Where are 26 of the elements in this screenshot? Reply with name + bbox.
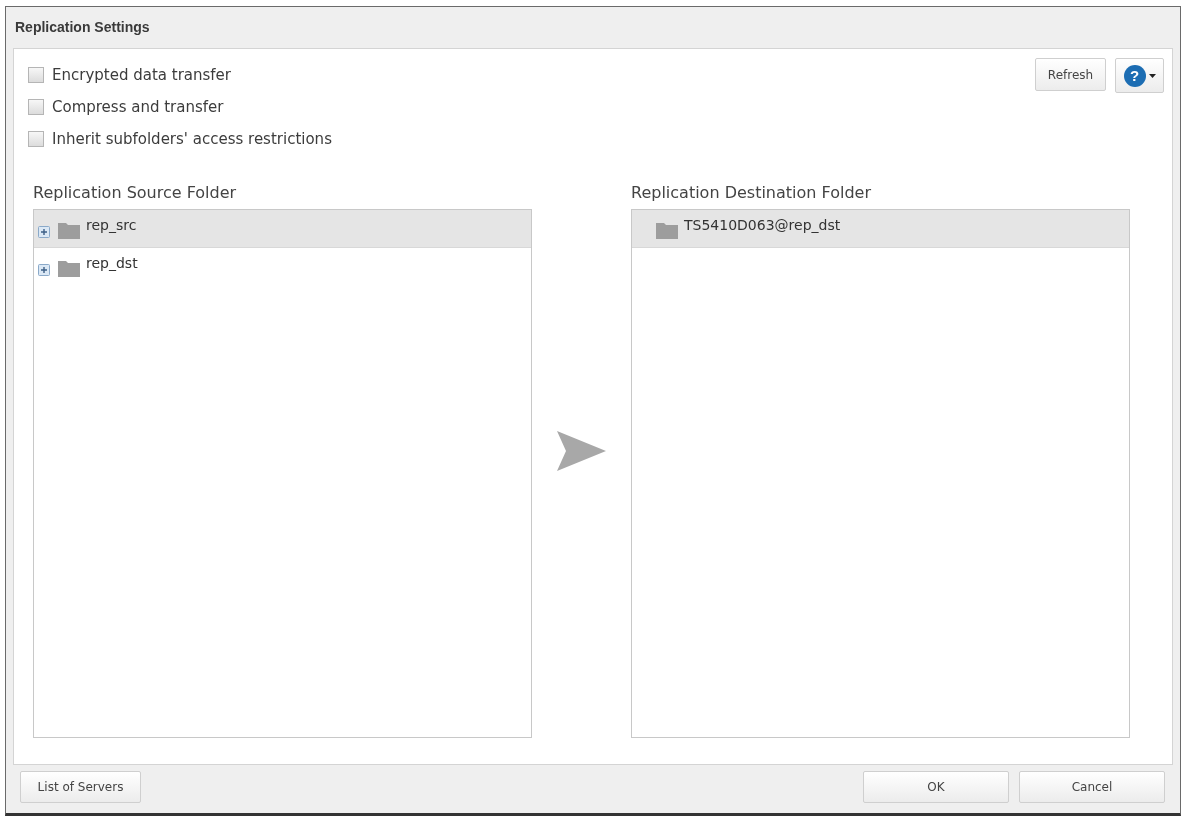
destination-folder-label: Replication Destination Folder: [631, 183, 871, 203]
checkbox-label: Encrypted data transfer: [52, 64, 231, 86]
folder-name: TS5410D063@rep_dst: [684, 216, 841, 235]
cancel-button[interactable]: Cancel: [1019, 771, 1165, 803]
folder-name: rep_dst: [86, 254, 138, 273]
expand-icon[interactable]: [38, 263, 50, 276]
expand-icon[interactable]: [38, 225, 50, 238]
folder-name: rep_src: [86, 216, 137, 235]
folder-icon: [58, 222, 80, 239]
arrow-icon: [557, 431, 606, 471]
checkbox[interactable]: [28, 131, 44, 147]
source-folder-label: Replication Source Folder: [33, 183, 237, 203]
refresh-button[interactable]: Refresh: [1035, 58, 1106, 91]
folder-icon: [58, 260, 80, 277]
checkbox[interactable]: [28, 99, 44, 115]
folder-row[interactable]: rep_src: [34, 210, 531, 248]
folder-row[interactable]: TS5410D063@rep_dst: [632, 210, 1129, 248]
folder-icon: [656, 222, 678, 239]
help-button[interactable]: ?: [1115, 58, 1164, 93]
checkbox-label: Inherit subfolders' access restrictions: [52, 128, 332, 150]
dialog-title: Replication Settings: [15, 18, 150, 37]
checkbox[interactable]: [28, 67, 44, 83]
list-of-servers-button[interactable]: List of Servers: [20, 771, 141, 803]
ok-button[interactable]: OK: [863, 771, 1009, 803]
caret-icon: [1148, 73, 1156, 78]
checkbox-label: Compress and transfer: [52, 96, 224, 118]
